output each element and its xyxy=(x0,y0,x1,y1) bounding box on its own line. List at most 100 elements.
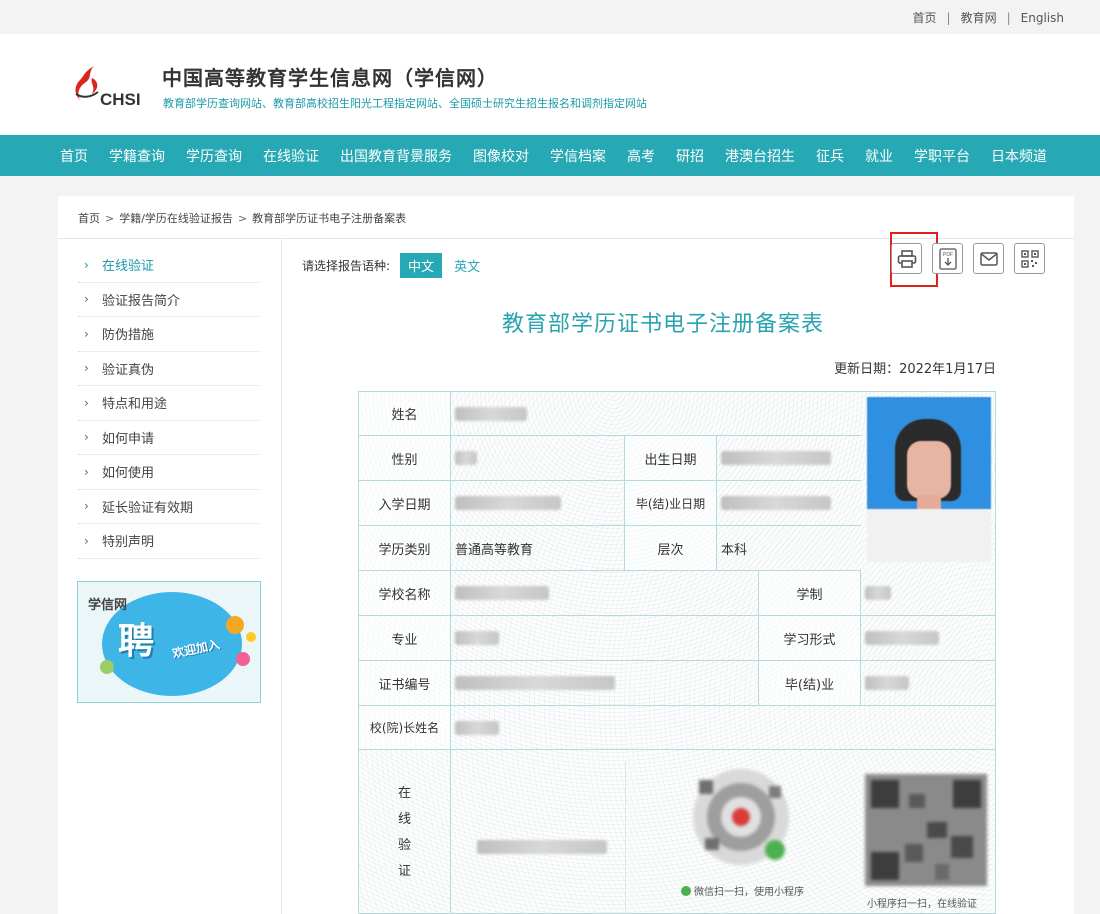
sidebar-item[interactable]: › 特点和用途 xyxy=(78,386,260,421)
top-link-home[interactable]: 首页 xyxy=(913,11,937,25)
sidebar-item[interactable]: › 验证报告简介 xyxy=(78,283,260,317)
redacted-verify-code xyxy=(477,840,607,854)
qrcode-button[interactable] xyxy=(1014,243,1045,274)
top-link-edu[interactable]: 教育网 xyxy=(961,11,997,25)
label-school: 学校名称 xyxy=(359,571,451,616)
sidebar-menu: › 在线验证 › 验证报告简介 › 防伪措施 › 验证真伪 › 特点和用途 › 如何申请 › 如何使用 › 延… xyxy=(78,248,260,559)
value-gender xyxy=(451,436,625,481)
top-link-english[interactable]: English xyxy=(1021,11,1064,25)
certificate-table: 姓名 性别 出生日期 入学日期 毕(结)业日期 学历类别 普通高等教育 层次 本… xyxy=(358,391,996,914)
sidebar-item[interactable]: › 如何使用 xyxy=(78,455,260,490)
breadcrumb: 首页 > 学籍/学历在线验证报告 > 教育部学历证书电子注册备案表 xyxy=(78,210,406,226)
print-button[interactable] xyxy=(891,243,922,274)
redacted-value xyxy=(455,496,561,510)
chsi-logo[interactable]: CHSI xyxy=(66,64,150,114)
label-duration: 学制 xyxy=(759,571,861,616)
banner-dot xyxy=(236,652,250,666)
redacted-value xyxy=(865,586,891,600)
report-tools: PDF xyxy=(891,243,1055,274)
language-selector: 请选择报告语种: 中文 英文 xyxy=(302,253,488,278)
site-title: 中国高等教育学生信息网（学信网） xyxy=(162,66,498,90)
label-grad-date: 毕(结)业日期 xyxy=(625,481,717,526)
chevron-right-icon: › xyxy=(84,464,89,479)
student-photo xyxy=(867,397,991,562)
value-grad-date xyxy=(717,481,861,526)
sidebar-item[interactable]: › 验证真伪 xyxy=(78,352,260,386)
nav-item[interactable]: 征兵 xyxy=(816,146,844,166)
miniprogram-code-icon xyxy=(693,769,789,865)
sidebar-item[interactable]: › 延长验证有效期 xyxy=(78,490,260,524)
lang-chinese-button[interactable]: 中文 xyxy=(400,253,443,278)
sidebar-item-label: 在线验证 xyxy=(102,259,155,275)
value-level: 本科 xyxy=(717,526,861,571)
nav-item[interactable]: 学籍查询 xyxy=(109,146,165,166)
pdf-download-button[interactable]: PDF xyxy=(932,243,963,274)
mail-icon xyxy=(979,251,998,266)
value-duration xyxy=(861,571,995,616)
nav-item[interactable]: 高考 xyxy=(627,146,655,166)
nav-item[interactable]: 学历查询 xyxy=(186,146,242,166)
sidebar-item[interactable]: › 防伪措施 xyxy=(78,317,260,352)
chevron-right-icon: › xyxy=(84,499,89,514)
wechat-icon xyxy=(681,886,691,896)
value-study-form xyxy=(861,616,995,661)
logo-text: CHSI xyxy=(100,90,141,109)
label-char: 验 xyxy=(397,837,411,853)
nav-item[interactable]: 港澳台招生 xyxy=(725,146,795,166)
label-level: 层次 xyxy=(625,526,717,571)
chevron-right-icon: › xyxy=(84,395,89,410)
nav-item[interactable]: 图像校对 xyxy=(473,146,529,166)
value-edu-type: 普通高等教育 xyxy=(451,526,625,571)
nav-item[interactable]: 研招 xyxy=(676,146,704,166)
label-major: 专业 xyxy=(359,616,451,661)
sidebar-item[interactable]: › 如何申请 xyxy=(78,421,260,455)
label-char: 在 xyxy=(397,785,411,801)
redacted-value xyxy=(721,496,831,510)
banner-dot xyxy=(100,660,114,674)
content-card: 首页 > 学籍/学历在线验证报告 > 教育部学历证书电子注册备案表 › 在线验证 › 验证报告… xyxy=(58,196,1074,914)
label-birth: 出生日期 xyxy=(625,436,717,481)
nav-item[interactable]: 就业 xyxy=(865,146,893,166)
nav-item[interactable]: 日本频道 xyxy=(991,146,1047,166)
nav-item[interactable]: 学信档案 xyxy=(550,146,606,166)
value-name xyxy=(451,392,861,436)
label-name: 姓名 xyxy=(359,392,451,436)
label-president: 校(院)长姓名 xyxy=(359,706,451,750)
sidebar-item-label: 延长验证有效期 xyxy=(102,500,194,516)
value-major xyxy=(451,616,759,661)
recruit-banner[interactable]: 学信网 聘 欢迎加入 xyxy=(77,581,261,703)
breadcrumb-report[interactable]: 学籍/学历在线验证报告 xyxy=(119,212,233,225)
value-cert-no xyxy=(451,661,759,706)
redacted-value xyxy=(865,676,909,690)
nav-list: 首页 学籍查询 学历查询 在线验证 出国教育背景服务 图像校对 学信档案 高考 研招 港澳台招生 征… xyxy=(0,135,1100,176)
verify-divider xyxy=(625,762,626,913)
chevron-right-icon: › xyxy=(84,292,89,307)
top-links: 首页 | 教育网 | English xyxy=(913,9,1064,26)
sidebar-item-label: 验证真伪 xyxy=(102,362,155,378)
sidebar-item-label: 如何使用 xyxy=(102,466,155,482)
value-grad xyxy=(861,661,995,706)
breadcrumb-current: 教育部学历证书电子注册备案表 xyxy=(252,212,407,225)
label-grad: 毕(结)业 xyxy=(759,661,861,706)
pdf-download-icon: PDF xyxy=(938,247,957,270)
redacted-value xyxy=(721,451,831,465)
top-links-bar: 首页 | 教育网 | English xyxy=(0,0,1100,34)
photo-body xyxy=(867,509,991,562)
wechat-miniprogram-code[interactable] xyxy=(681,762,801,872)
sidebar-item[interactable]: › 在线验证 xyxy=(78,248,260,283)
redacted-value xyxy=(865,631,939,645)
chevron-right-icon: › xyxy=(84,257,89,272)
nav-item[interactable]: 学职平台 xyxy=(914,146,970,166)
mail-button[interactable] xyxy=(973,243,1004,274)
redacted-value xyxy=(455,720,499,735)
lang-english-button[interactable]: 英文 xyxy=(446,253,488,278)
nav-item[interactable]: 首页 xyxy=(60,146,88,166)
nav-item[interactable]: 在线验证 xyxy=(263,146,319,166)
site-subtitle: 教育部学历查询网站、教育部高校招生阳光工程指定网站、全国硕士研究生招生报名和调剂… xyxy=(163,97,647,110)
qr-code[interactable] xyxy=(865,774,987,886)
sidebar-item[interactable]: › 特别声明 xyxy=(78,524,260,559)
print-icon xyxy=(897,249,916,268)
label-char: 证 xyxy=(397,863,411,879)
nav-item[interactable]: 出国教育背景服务 xyxy=(340,146,452,166)
breadcrumb-home[interactable]: 首页 xyxy=(78,212,100,225)
